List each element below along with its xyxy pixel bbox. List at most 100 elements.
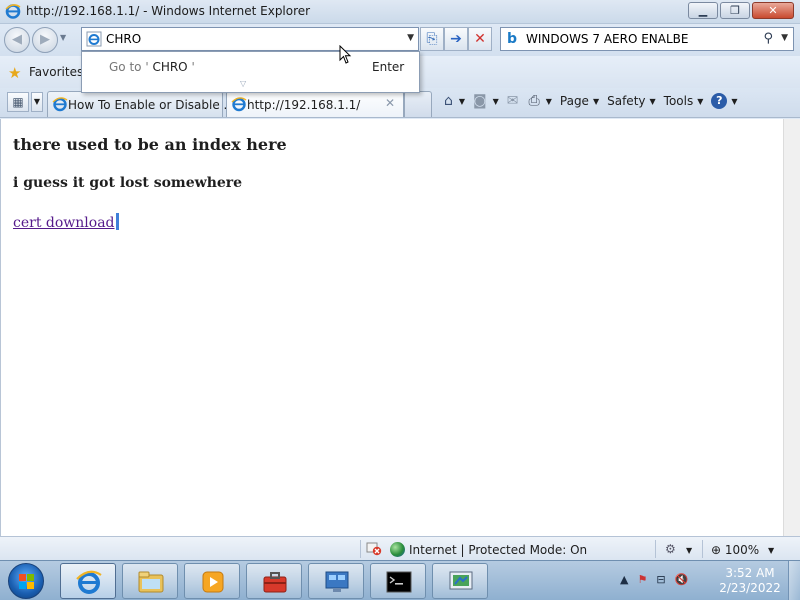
- chevron-down-icon: ▼: [592, 96, 600, 106]
- search-icon[interactable]: ⚲: [763, 31, 773, 46]
- taskbar-windows-explorer[interactable]: [122, 563, 178, 599]
- forward-button[interactable]: ▶: [32, 27, 58, 53]
- tab-how-to-enable[interactable]: How To Enable or Disable ...: [47, 91, 235, 117]
- tab-list-dropdown-icon[interactable]: ▼: [31, 92, 43, 112]
- status-separator: [702, 540, 703, 558]
- zoom-icon: ⊕: [711, 543, 722, 557]
- home-icon: ⌂: [444, 93, 453, 109]
- minimize-icon: ▁: [698, 4, 708, 17]
- stop-button[interactable]: ✕: [468, 27, 492, 51]
- network-icon[interactable]: ⊟: [656, 573, 665, 586]
- safety-menu-label: Safety: [607, 94, 646, 108]
- status-dropdown-icon[interactable]: ▼: [686, 546, 692, 555]
- command-prompt-icon: [386, 571, 412, 593]
- chevron-down-icon: ▼: [649, 96, 656, 106]
- windows-taskbar: ▲ ⚑ ⊟ 🔇 3:52 AM 2/23/2022: [0, 560, 800, 600]
- action-center-flag-icon[interactable]: ⚑: [637, 573, 647, 586]
- zoom-level[interactable]: ⊕ 100%: [711, 543, 759, 557]
- close-tab-icon[interactable]: ✕: [385, 96, 395, 110]
- print-dropdown-icon[interactable]: ▼: [546, 97, 552, 106]
- go-button[interactable]: ➔: [444, 27, 468, 51]
- toolbox-icon: [263, 572, 287, 593]
- tools-menu-label: Tools: [663, 94, 694, 108]
- address-dropdown-icon[interactable]: ▼: [407, 33, 414, 43]
- taskbar-clock[interactable]: 3:52 AM 2/23/2022: [718, 566, 782, 596]
- internet-explorer-icon: [231, 97, 247, 112]
- vertical-scrollbar[interactable]: [783, 119, 800, 536]
- taskbar-media-player[interactable]: [184, 563, 240, 599]
- blocked-content-icon[interactable]: [366, 542, 382, 556]
- favorites-button[interactable]: Favorites: [29, 65, 83, 79]
- start-button[interactable]: [8, 563, 44, 599]
- zoom-dropdown-icon[interactable]: ▼: [768, 546, 774, 555]
- feeds-dropdown-icon[interactable]: ▼: [493, 97, 499, 106]
- internet-zone-globe-icon: [390, 542, 405, 557]
- control-panel-icon: [325, 571, 349, 592]
- close-icon: ✕: [768, 4, 778, 17]
- show-hidden-icons-icon[interactable]: ▲: [620, 573, 628, 586]
- search-input[interactable]: [526, 31, 761, 47]
- favorites-star-icon[interactable]: ★: [8, 64, 21, 82]
- forward-arrow-icon: ▶: [40, 32, 50, 47]
- media-player-icon: [202, 571, 224, 593]
- protected-mode-icon[interactable]: ⚙: [665, 542, 676, 556]
- close-button[interactable]: ✕: [752, 2, 794, 19]
- system-tray: ▲ ⚑ ⊟ 🔇: [620, 573, 697, 586]
- bing-icon: b: [507, 31, 518, 47]
- status-separator: [655, 540, 656, 558]
- help-menu[interactable]: ? ▼: [711, 93, 738, 109]
- address-bar[interactable]: ▼: [81, 27, 419, 51]
- tab-current[interactable]: http://192.168.1.1/ ✕: [226, 91, 404, 117]
- go-arrow-icon: ➔: [450, 31, 462, 47]
- taskbar-command-prompt[interactable]: [370, 563, 426, 599]
- show-desktop-button[interactable]: [788, 561, 800, 600]
- status-separator: [360, 540, 361, 558]
- page-menu[interactable]: Page ▼: [560, 94, 599, 108]
- printer-icon: ⎙: [528, 93, 540, 109]
- window-title: http://192.168.1.1/ - Windows Internet E…: [26, 4, 311, 18]
- chevron-down-icon: ▼: [731, 96, 738, 106]
- chevron-down-icon: ▼: [697, 96, 704, 106]
- page-menu-label: Page: [559, 94, 589, 108]
- help-icon: ?: [711, 93, 728, 109]
- minimize-button[interactable]: ▁: [688, 2, 718, 19]
- restore-icon: ❐: [730, 4, 740, 17]
- volume-muted-icon[interactable]: 🔇: [675, 573, 689, 586]
- remote-desktop-icon: [449, 571, 473, 590]
- home-button[interactable]: ⌂ ▼: [444, 93, 465, 109]
- search-options-dropdown-icon[interactable]: ▼: [781, 33, 788, 43]
- compatibility-view-button[interactable]: ⎘: [420, 27, 444, 51]
- compatibility-view-icon: ⎘: [426, 31, 438, 47]
- print-button[interactable]: ⎙ ▼: [529, 93, 552, 109]
- home-dropdown-icon[interactable]: ▼: [459, 97, 465, 106]
- goto-prefix: Go to ': [109, 60, 149, 74]
- security-zone-text[interactable]: Internet | Protected Mode: On: [409, 543, 587, 557]
- taskbar-toolbox[interactable]: [246, 563, 302, 599]
- restore-button[interactable]: ❐: [720, 2, 750, 19]
- back-button[interactable]: ◀: [4, 27, 30, 53]
- expand-dropdown-icon[interactable]: ▽: [240, 79, 246, 88]
- taskbar-remote-desktop[interactable]: [432, 563, 488, 599]
- mouse-cursor-icon: [339, 45, 352, 64]
- enter-hint: Enter: [372, 60, 405, 74]
- tab-label: How To Enable or Disable ...: [68, 98, 235, 112]
- title-bar: http://192.168.1.1/ - Windows Internet E…: [0, 0, 800, 24]
- autocomplete-goto-item[interactable]: Go to ' CHRO ': [109, 60, 195, 74]
- tools-menu[interactable]: Tools ▼: [664, 94, 704, 108]
- search-box[interactable]: b ⚲ ▼: [500, 27, 794, 51]
- new-tab-button[interactable]: [404, 91, 432, 117]
- goto-suffix: ': [191, 60, 195, 74]
- taskbar-internet-explorer[interactable]: [60, 563, 116, 599]
- zoom-value: 100%: [724, 543, 760, 557]
- link-text: cert download: [13, 215, 115, 231]
- cert-download-link[interactable]: cert download: [13, 213, 119, 231]
- command-bar: ⌂ ▼ ◙ ▼ ✉ ⎙ ▼ Page ▼ Safety ▼ Tools ▼ ? ▼: [444, 91, 746, 111]
- quick-tabs-icon[interactable]: ▦: [7, 92, 29, 112]
- safety-menu[interactable]: Safety ▼: [607, 94, 656, 108]
- read-mail-button[interactable]: ✉: [507, 93, 521, 109]
- taskbar-control-panel[interactable]: [308, 563, 364, 599]
- recent-pages-dropdown-icon[interactable]: ▼: [60, 33, 66, 42]
- feeds-button[interactable]: ◙ ▼: [473, 93, 499, 109]
- page-icon: [86, 31, 102, 47]
- windows-logo-icon: [19, 574, 35, 590]
